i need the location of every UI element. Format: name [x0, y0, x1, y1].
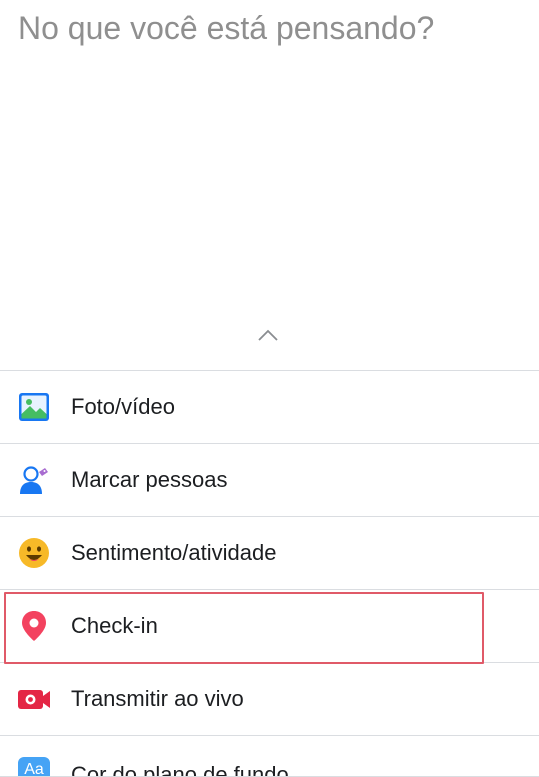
option-label: Sentimento/atividade: [71, 540, 277, 565]
option-label: Foto/vídeo: [71, 394, 175, 419]
option-feeling-activity[interactable]: Sentimento/atividade: [0, 517, 539, 590]
option-tag-people[interactable]: Marcar pessoas: [0, 444, 539, 517]
post-options-list: Foto/vídeo Marcar pessoas Sentimento/ati…: [0, 370, 539, 777]
option-go-live[interactable]: Transmitir ao vivo: [0, 663, 539, 736]
photo-icon: [17, 390, 51, 424]
option-label: Transmitir ao vivo: [71, 686, 244, 711]
background-color-icon: Aa: [17, 756, 51, 777]
option-label: Check-in: [71, 613, 158, 638]
post-text-input[interactable]: [18, 10, 528, 47]
live-video-icon: [17, 682, 51, 716]
post-composer: [0, 0, 539, 310]
chevron-up-icon[interactable]: [257, 328, 279, 342]
location-pin-icon: [17, 609, 51, 643]
option-check-in[interactable]: Check-in: [0, 590, 539, 664]
tag-people-icon: [17, 463, 51, 497]
option-label: Marcar pessoas: [71, 467, 228, 492]
option-photo-video[interactable]: Foto/vídeo: [0, 371, 539, 444]
option-label: Cor do plano de fundo: [71, 762, 289, 777]
smiley-icon: [17, 536, 51, 570]
background-color-icon-text: Aa: [24, 761, 44, 777]
option-background-color[interactable]: Aa Cor do plano de fundo: [0, 736, 539, 777]
